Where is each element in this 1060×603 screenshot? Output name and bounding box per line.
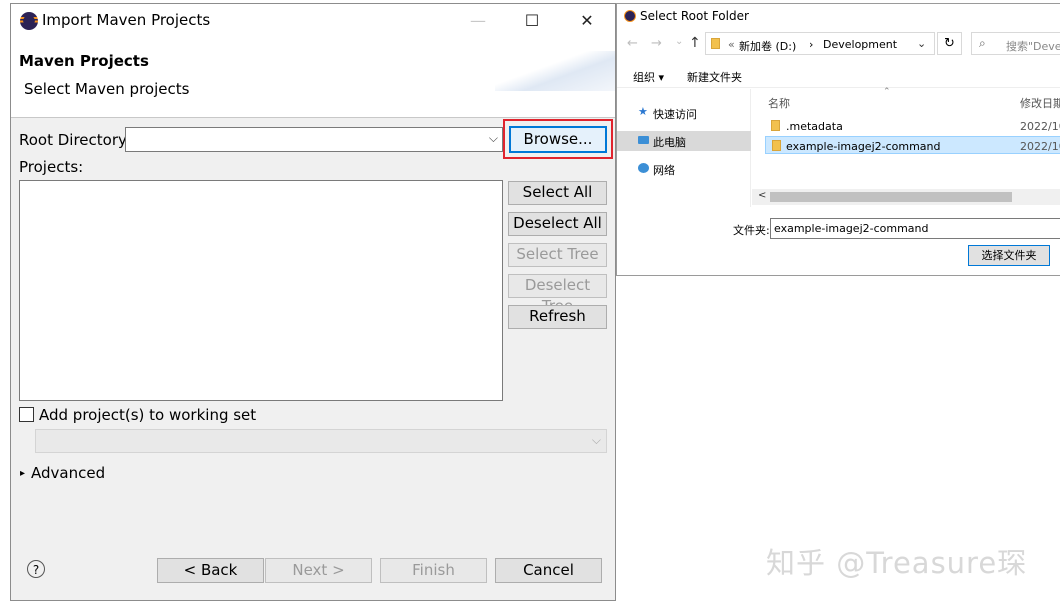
- column-header-modified[interactable]: 修改日期: [1020, 95, 1060, 111]
- column-header-name[interactable]: 名称: [768, 95, 790, 111]
- organize-menu[interactable]: 组织 ▾: [633, 69, 664, 85]
- file-date: 2022/10: [1020, 140, 1060, 153]
- working-set-label: Add project(s) to working set: [39, 406, 257, 424]
- star-icon: ★: [638, 105, 648, 118]
- folder-name-input[interactable]: example-imagej2-command: [770, 218, 1060, 239]
- forward-arrow-icon[interactable]: →: [651, 36, 662, 51]
- eclipse-icon: [20, 12, 38, 30]
- computer-icon: [638, 136, 649, 144]
- address-bar[interactable]: « 新加卷 (D:) › Development ⌄: [705, 32, 935, 55]
- title-bar: Import Maven Projects — ☐ ✕: [11, 4, 615, 37]
- select-tree-button[interactable]: Select Tree: [508, 243, 607, 267]
- file-list: ⌃ 名称 修改日期 .metadata 2022/10 example-imag…: [752, 87, 1060, 189]
- folder-icon: [711, 38, 720, 49]
- advanced-expand-icon[interactable]: ▸: [20, 468, 25, 479]
- deselect-tree-button[interactable]: Deselect Tree: [508, 274, 607, 315]
- working-set-checkbox[interactable]: [19, 407, 34, 422]
- finish-button[interactable]: Finish: [380, 558, 487, 583]
- file-name: example-imagej2-command: [786, 140, 941, 153]
- breadcrumb-separator: ›: [809, 38, 814, 51]
- select-all-button[interactable]: Select All: [508, 181, 607, 205]
- import-maven-dialog: Import Maven Projects — ☐ ✕ Maven Projec…: [10, 3, 616, 601]
- watermark: 知乎 @Treasure琛: [766, 546, 1028, 580]
- browse-button[interactable]: Browse...: [509, 126, 607, 153]
- cancel-button[interactable]: Cancel: [495, 558, 602, 583]
- dialog-title: Import Maven Projects: [42, 11, 211, 29]
- search-box[interactable]: ⌕ 搜索"Devel: [971, 32, 1060, 55]
- chevron-down-icon[interactable]: ⌄: [917, 37, 926, 50]
- root-directory-label: Root Directory:: [19, 131, 131, 149]
- list-item[interactable]: .metadata 2022/10: [752, 118, 1060, 134]
- sort-up-icon: ⌃: [883, 87, 891, 97]
- nav-label-network: 网络: [653, 164, 675, 177]
- horizontal-scrollbar[interactable]: <: [752, 189, 1060, 205]
- back-arrow-icon[interactable]: ←: [627, 36, 638, 51]
- breadcrumb-drive[interactable]: 新加卷 (D:): [739, 38, 796, 54]
- folder-icon: [771, 120, 780, 131]
- scrollbar-thumb[interactable]: [770, 192, 1012, 202]
- working-set-combo[interactable]: ⌵: [35, 429, 607, 453]
- scroll-left-icon[interactable]: <: [758, 190, 766, 201]
- close-icon[interactable]: ✕: [572, 6, 602, 36]
- maximize-icon[interactable]: ☐: [517, 6, 547, 36]
- folder-name-value: example-imagej2-command: [774, 222, 929, 235]
- next-button[interactable]: Next >: [265, 558, 372, 583]
- file-name: .metadata: [786, 120, 843, 133]
- banner-subtitle: Select Maven projects: [24, 80, 190, 98]
- breadcrumb-prefix: «: [728, 38, 735, 51]
- file-date: 2022/10: [1020, 120, 1060, 133]
- banner-graphic: [495, 51, 615, 91]
- chevron-down-icon: ⌵: [591, 433, 601, 447]
- advanced-section-label[interactable]: Advanced: [31, 464, 105, 482]
- search-icon: ⌕: [979, 36, 986, 50]
- command-bar: 组织 ▾ 新建文件夹: [617, 62, 1060, 88]
- new-folder-button[interactable]: 新建文件夹: [687, 69, 742, 85]
- banner-title: Maven Projects: [19, 52, 149, 70]
- help-icon[interactable]: ?: [27, 560, 45, 578]
- folder-icon: [772, 140, 781, 151]
- nav-label-this-pc: 此电脑: [653, 136, 686, 149]
- eclipse-icon: [624, 10, 636, 22]
- up-arrow-icon[interactable]: ↑: [689, 35, 701, 51]
- folder-dialog-title: Select Root Folder: [640, 9, 749, 23]
- refresh-button[interactable]: Refresh: [508, 305, 607, 329]
- list-item[interactable]: example-imagej2-command 2022/10: [765, 136, 1060, 154]
- search-placeholder: 搜索"Devel: [1006, 40, 1060, 53]
- nav-label-quick-access: 快速访问: [653, 108, 697, 121]
- select-root-folder-dialog: Select Root Folder ← → ⌄ ↑ « 新加卷 (D:) › …: [616, 3, 1060, 276]
- recent-dropdown-icon[interactable]: ⌄: [675, 36, 683, 47]
- nav-item-network[interactable]: 网络: [617, 159, 751, 179]
- nav-item-this-pc[interactable]: 此电脑: [617, 131, 751, 151]
- chevron-down-icon: ⌵: [488, 131, 498, 145]
- projects-tree[interactable]: [19, 180, 503, 401]
- nav-item-quick-access[interactable]: ★ 快速访问: [617, 103, 751, 123]
- wizard-banner: Maven Projects Select Maven projects: [11, 37, 615, 118]
- navigation-pane: ★ 快速访问 此电脑 网络: [617, 89, 751, 207]
- root-directory-combo[interactable]: ⌵: [125, 127, 503, 152]
- breadcrumb-folder[interactable]: Development: [823, 38, 897, 51]
- projects-label: Projects:: [19, 158, 84, 176]
- network-icon: [638, 163, 649, 173]
- folder-field-label: 文件夹:: [733, 224, 770, 237]
- refresh-icon[interactable]: ↻: [937, 32, 962, 55]
- select-folder-button[interactable]: 选择文件夹: [968, 245, 1050, 266]
- minimize-icon[interactable]: —: [463, 6, 493, 36]
- deselect-all-button[interactable]: Deselect All: [508, 212, 607, 236]
- back-button[interactable]: < Back: [157, 558, 264, 583]
